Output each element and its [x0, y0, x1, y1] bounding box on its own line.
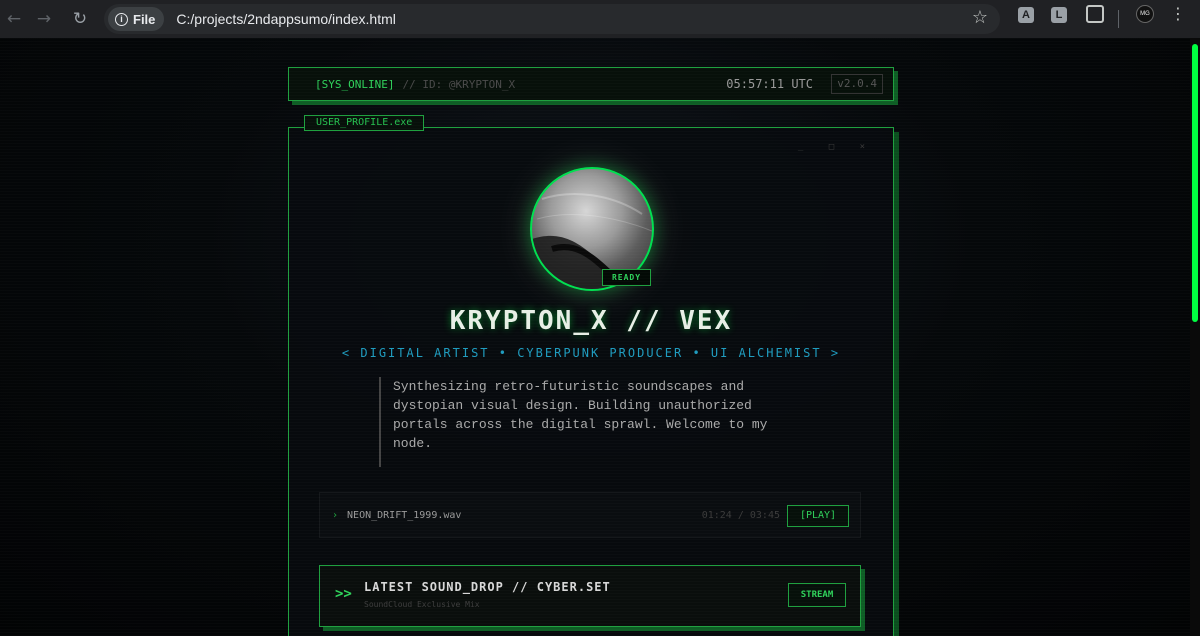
- status-badge: READY: [602, 269, 651, 286]
- url-text[interactable]: C:/projects/2ndappsumo/index.html: [176, 11, 395, 27]
- profile-roles: < DIGITAL ARTIST • CYBERPUNK PRODUCER • …: [341, 346, 841, 360]
- extensions-puzzle-icon[interactable]: [1086, 5, 1104, 23]
- address-bar[interactable]: i File C:/projects/2ndappsumo/index.html…: [104, 4, 1000, 34]
- play-triangle-icon: ›: [332, 509, 339, 521]
- track-time: 01:24 / 03:45: [701, 509, 780, 521]
- bookmark-star-icon[interactable]: ☆: [972, 7, 988, 28]
- info-icon: i: [115, 12, 128, 26]
- drop-subtitle: SoundCloud Exclusive Mix: [364, 600, 480, 609]
- profile-name: KRYPTON_X // VEX: [449, 306, 733, 336]
- user-profile-window: _ □ × READY KRYPTON_X // VEX < DIGITAL A…: [288, 127, 894, 636]
- drop-title: LATEST SOUND_DROP // CYBER.SET: [364, 580, 611, 594]
- stream-button[interactable]: STREAM: [788, 583, 846, 607]
- reload-button[interactable]: ↻: [66, 5, 94, 33]
- forward-button[interactable]: →: [30, 5, 58, 33]
- browser-menu-icon[interactable]: ⋮: [1170, 6, 1186, 22]
- scrollbar-thumb[interactable]: [1192, 44, 1198, 322]
- profile-bio: Synthesizing retro-futuristic soundscape…: [379, 377, 799, 467]
- system-clock: 05:57:11 UTC: [726, 77, 813, 91]
- system-status-bar: [SYS_ONLINE] // ID: @KRYPTON_X 05:57:11 …: [288, 67, 894, 101]
- latest-drop-card[interactable]: >> LATEST SOUND_DROP // CYBER.SET SoundC…: [319, 565, 861, 627]
- toolbar-divider: [1118, 10, 1119, 28]
- extension-a-icon[interactable]: A: [1018, 7, 1034, 23]
- site-info-chip[interactable]: i File: [108, 7, 165, 31]
- system-id-text: // ID: @KRYPTON_X: [402, 77, 516, 91]
- file-label: File: [133, 11, 156, 27]
- page-viewport: [SYS_ONLINE] // ID: @KRYPTON_X 05:57:11 …: [0, 38, 1200, 636]
- double-chevron-icon: >>: [335, 586, 352, 602]
- page-scrollbar[interactable]: [1190, 38, 1200, 636]
- back-button[interactable]: ←: [0, 5, 28, 33]
- play-button[interactable]: [PLAY]: [787, 505, 849, 527]
- track-name: NEON_DRIFT_1999.wav: [347, 509, 462, 521]
- system-status-text: [SYS_ONLINE]: [315, 77, 395, 91]
- window-controls[interactable]: _ □ ×: [798, 142, 875, 152]
- version-badge: v2.0.4: [831, 74, 883, 94]
- extension-l-icon[interactable]: L: [1051, 7, 1067, 23]
- browser-toolbar: ← → ↻ i File C:/projects/2ndappsumo/inde…: [0, 0, 1200, 38]
- profile-window-tab: USER_PROFILE.exe: [304, 115, 425, 131]
- audio-player: › NEON_DRIFT_1999.wav 01:24 / 03:45 [PLA…: [319, 492, 861, 538]
- profile-avatar[interactable]: MG: [1136, 5, 1154, 23]
